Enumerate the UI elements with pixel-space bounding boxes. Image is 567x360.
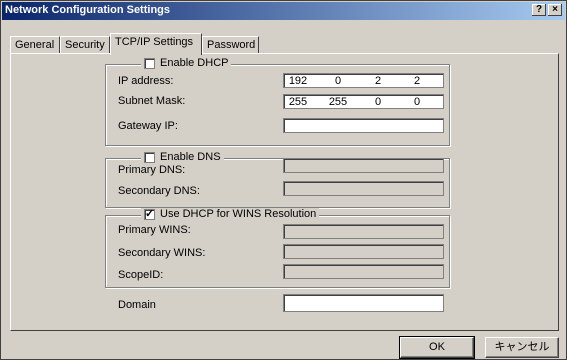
secondary-dns-label: Secondary DNS: (118, 185, 200, 197)
gateway-ip-label: Gateway IP: (118, 120, 178, 132)
tab-panel: Enable DHCP IP address: 192 0 2 2 Subnet… (10, 53, 559, 331)
checkmark-icon: ✓ (145, 207, 155, 220)
ok-button[interactable]: OK (399, 336, 475, 359)
cancel-button[interactable]: キャンセル (485, 337, 559, 358)
ip-address-label: IP address: (118, 75, 174, 87)
primary-dns-field (283, 158, 444, 173)
ip-address-field[interactable]: 192 0 2 2 (283, 73, 444, 88)
use-dhcp-wins-checkbox[interactable]: ✓ (144, 207, 155, 220)
title-bar[interactable]: Network Configuration Settings ? × (2, 2, 565, 20)
subnet-mask-label: Subnet Mask: (118, 95, 186, 107)
mask-octet-1: 255 (288, 96, 308, 108)
secondary-wins-label: Secondary WINS: (118, 247, 206, 259)
mask-octet-2: 255 (328, 96, 348, 108)
enable-dns-checkbox[interactable] (144, 151, 155, 163)
wins-legend: ✓ Use DHCP for WINS Resolution (141, 207, 320, 220)
tab-password[interactable]: Password (202, 36, 259, 53)
scope-id-field (283, 264, 444, 279)
enable-dns-label: Enable DNS (160, 151, 221, 163)
domain-label: Domain (118, 299, 156, 311)
use-dhcp-wins-label: Use DHCP for WINS Resolution (160, 208, 317, 220)
scope-id-label: ScopeID: (118, 269, 164, 281)
dialog-window: Network Configuration Settings ? × Gener… (0, 0, 567, 360)
tab-general[interactable]: General (10, 36, 60, 53)
gateway-ip-field[interactable] (283, 118, 444, 133)
primary-wins-field (283, 224, 444, 239)
secondary-wins-field (283, 244, 444, 259)
mask-octet-3: 0 (374, 96, 382, 108)
ip-octet-1: 192 (288, 75, 308, 87)
dhcp-legend: Enable DHCP (141, 57, 232, 69)
dns-legend: Enable DNS (141, 151, 224, 163)
primary-wins-label: Primary WINS: (118, 224, 191, 236)
domain-field[interactable] (283, 294, 444, 312)
ip-octet-4: 2 (413, 75, 421, 87)
tab-tcpip-settings[interactable]: TCP/IP Settings (110, 33, 202, 55)
close-button[interactable]: × (548, 4, 562, 16)
help-button[interactable]: ? (532, 4, 546, 16)
window-title: Network Configuration Settings (5, 4, 170, 16)
ip-octet-2: 0 (334, 75, 342, 87)
subnet-mask-field[interactable]: 255 255 0 0 (283, 94, 444, 109)
mask-octet-4: 0 (413, 96, 421, 108)
tab-security[interactable]: Security (60, 36, 110, 53)
secondary-dns-field (283, 181, 444, 196)
primary-dns-label: Primary DNS: (118, 164, 186, 176)
ip-octet-3: 2 (374, 75, 382, 87)
enable-dhcp-label: Enable DHCP (160, 57, 229, 69)
enable-dhcp-checkbox[interactable] (144, 57, 155, 69)
